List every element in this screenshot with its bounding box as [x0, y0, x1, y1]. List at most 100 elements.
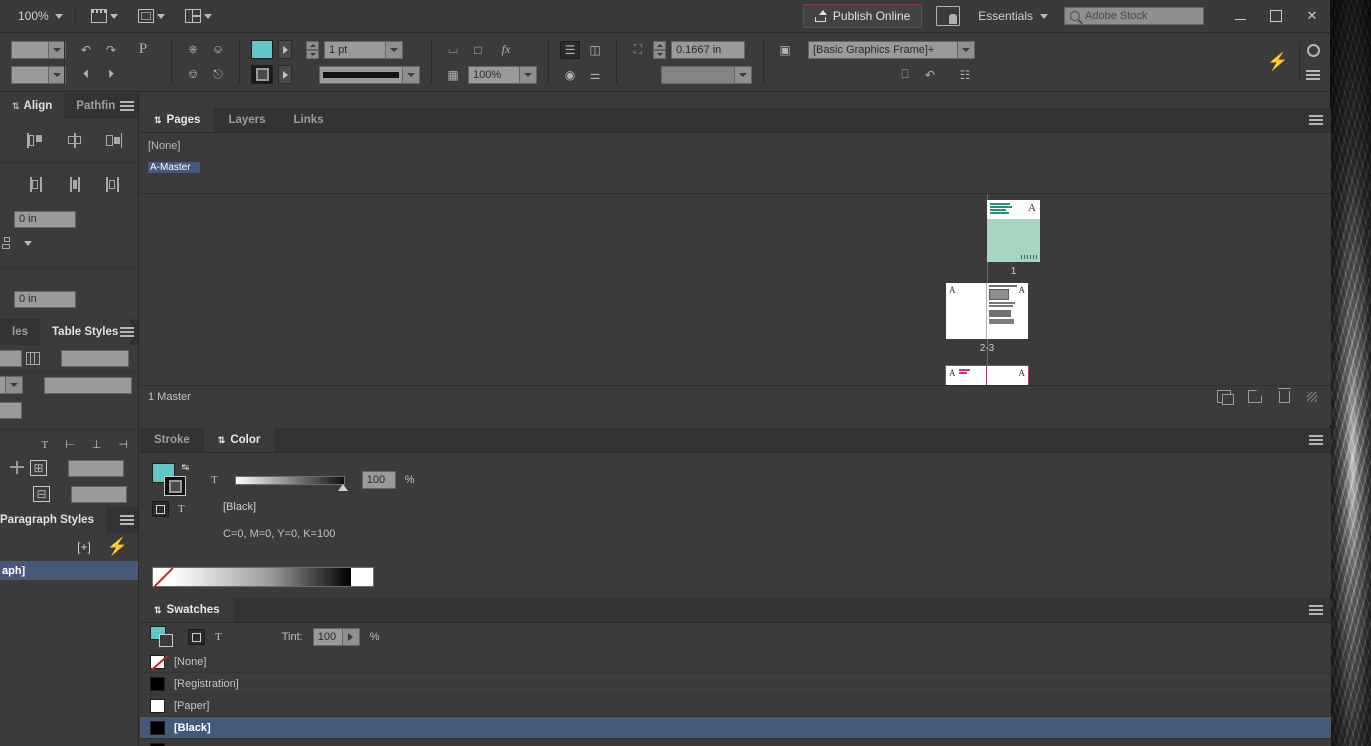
pages-panel-menu-icon[interactable]	[1309, 115, 1323, 125]
gray-ramp[interactable]	[173, 568, 351, 586]
swatches-panel-menu-icon[interactable]	[1309, 605, 1323, 615]
table-panel-menu-icon[interactable]	[120, 327, 134, 337]
swatches-text-icon[interactable]: T	[215, 631, 222, 643]
stroke-weight-stepper[interactable]	[306, 40, 319, 59]
chevron-down-icon[interactable]	[386, 40, 403, 59]
new-master-icon[interactable]	[1217, 390, 1234, 405]
swap-fill-stroke-icon[interactable]: ↹	[181, 462, 189, 473]
page-thumbnail[interactable]: A	[946, 283, 987, 339]
distribute-right-edges-icon[interactable]	[105, 177, 122, 192]
table-field-4[interactable]	[0, 402, 22, 419]
align-spacing-stepper-2[interactable]	[0, 290, 9, 308]
effects-fx-button[interactable]: fx	[493, 41, 519, 59]
col-field[interactable]	[71, 485, 127, 503]
transparency-icon[interactable]: ▦	[443, 66, 463, 84]
table-field-right[interactable]	[61, 349, 129, 367]
send-backward-icon[interactable]: ⎋	[208, 66, 228, 84]
stroke-type-preview[interactable]	[319, 65, 403, 84]
xy-combo-1[interactable]	[11, 40, 66, 59]
text-align-justify-icon[interactable]: ☰	[560, 40, 580, 59]
align-left-edges-icon[interactable]	[27, 133, 44, 148]
col-stepper[interactable]	[54, 485, 67, 503]
bring-forward-icon[interactable]: ⎉	[208, 41, 228, 59]
tab-align[interactable]: ⇅ Align	[0, 93, 65, 119]
master-selected-item[interactable]: A-Master	[148, 162, 200, 173]
pages-thumbnail-area[interactable]: A 1 A A 2-3 A A 1 Master	[140, 194, 1331, 407]
swatch-row-next[interactable]	[140, 739, 1331, 746]
tab-color[interactable]: ⇅ Color	[203, 428, 275, 452]
resize-grip[interactable]	[1307, 391, 1317, 402]
swatches-tint-value[interactable]: 100	[312, 628, 343, 646]
align-spacing-stepper-1[interactable]	[0, 210, 9, 228]
select-content-icon[interactable]: ⌴	[443, 41, 463, 59]
page-thumbnail[interactable]: A	[987, 200, 1040, 262]
apply-to-text-icon[interactable]: T	[178, 503, 185, 515]
auto-fit-icon[interactable]: ☷	[955, 66, 975, 84]
tab-pathfinder[interactable]: Pathfin	[64, 93, 127, 119]
opacity-combo[interactable]: 100%	[468, 65, 537, 84]
opacity-dropdown-icon[interactable]	[520, 65, 537, 84]
swatches-stroke-proxy[interactable]	[159, 634, 173, 647]
fill-swatch-dropdown[interactable]	[278, 40, 292, 59]
rotate-cw-icon[interactable]: ↷	[101, 41, 121, 59]
align-right-edges-icon[interactable]	[105, 133, 122, 148]
align-horizontal-centers-icon[interactable]	[66, 133, 83, 148]
quick-apply-icon[interactable]: ⚡	[1263, 52, 1293, 71]
corner-options-icon[interactable]: ⛶	[628, 41, 648, 59]
row-stepper[interactable]	[51, 459, 64, 477]
align-bottom-icon[interactable]: ⊥	[92, 438, 102, 451]
align-spacing-value-1[interactable]: 0 in	[14, 210, 76, 228]
tab-swatches[interactable]: ⇅ Swatches	[140, 598, 234, 622]
tint-slider-handle[interactable]	[337, 483, 348, 491]
table-stepper-1[interactable]	[44, 349, 57, 367]
arrange-documents-button[interactable]	[182, 7, 215, 25]
corner-value-stepper[interactable]	[653, 40, 666, 59]
tab-layers[interactable]: Layers	[214, 108, 279, 132]
color-spectrum-ramp[interactable]	[152, 567, 374, 587]
new-style-icon[interactable]: [+]	[77, 540, 91, 554]
table-field-3[interactable]	[44, 376, 132, 394]
xy-combo-2[interactable]	[11, 65, 66, 84]
opacity-value[interactable]: 100%	[468, 65, 520, 84]
corner-shape-combo[interactable]	[661, 65, 752, 84]
control-combo-row-2[interactable]	[11, 65, 66, 85]
table-stepper-2[interactable]	[27, 376, 40, 394]
stroke-proxy-swatch[interactable]	[164, 476, 186, 496]
apply-to-container-icon[interactable]	[152, 501, 169, 517]
undo-transform-icon[interactable]: ↶	[920, 66, 940, 84]
swatches-fill-stroke-proxy[interactable]	[150, 626, 178, 648]
tab-stroke[interactable]: Stroke	[140, 428, 204, 452]
preview-mode-button[interactable]	[135, 7, 168, 25]
combo-value-1[interactable]	[11, 40, 49, 59]
close-button[interactable]: ✕	[1294, 0, 1330, 33]
insert-row-below-icon[interactable]: ⊟	[33, 486, 50, 502]
screen-mode-button[interactable]	[88, 7, 121, 25]
distribute-left-edges-icon[interactable]	[27, 177, 44, 192]
tab-table-styles[interactable]: Table Styles	[40, 319, 131, 345]
stroke-swatch-dropdown[interactable]	[278, 65, 292, 84]
cell-inset-icon[interactable]	[10, 461, 26, 475]
text-frame-icon[interactable]: P	[126, 41, 160, 59]
tab-cell-styles[interactable]: les	[0, 319, 40, 345]
page-thumbnail[interactable]: A	[987, 283, 1028, 339]
align-top-icon[interactable]: T	[41, 439, 48, 451]
spread-1[interactable]: A 1	[987, 200, 1040, 277]
row-field[interactable]	[68, 459, 124, 477]
align-panel-menu-icon[interactable]	[120, 101, 134, 111]
duplicate-icon[interactable]: ⎕	[895, 66, 915, 84]
distribute-horizontal-centers-icon[interactable]	[66, 177, 83, 192]
align-to-selection-icon[interactable]	[2, 236, 19, 251]
color-panel-menu-icon[interactable]	[1309, 435, 1323, 445]
frame-fitting-icon[interactable]: ▣	[775, 41, 795, 59]
stroke-weight-value[interactable]: 1 pt	[324, 40, 386, 59]
tint-slider[interactable]	[234, 475, 348, 491]
swatch-row-black[interactable]: [Black]	[140, 717, 1331, 739]
new-page-icon[interactable]	[1248, 390, 1262, 403]
vertical-align-bottom-icon[interactable]: ⚌	[585, 66, 605, 84]
chevron-down-icon[interactable]	[24, 241, 32, 246]
object-style-value[interactable]: [Basic Graphics Frame]+	[808, 40, 958, 59]
chevron-down-icon[interactable]	[403, 65, 420, 84]
touch-workspace-icon[interactable]	[936, 6, 961, 26]
delete-page-icon[interactable]	[1278, 387, 1291, 403]
text-columns-icon[interactable]: ◫	[585, 41, 605, 59]
